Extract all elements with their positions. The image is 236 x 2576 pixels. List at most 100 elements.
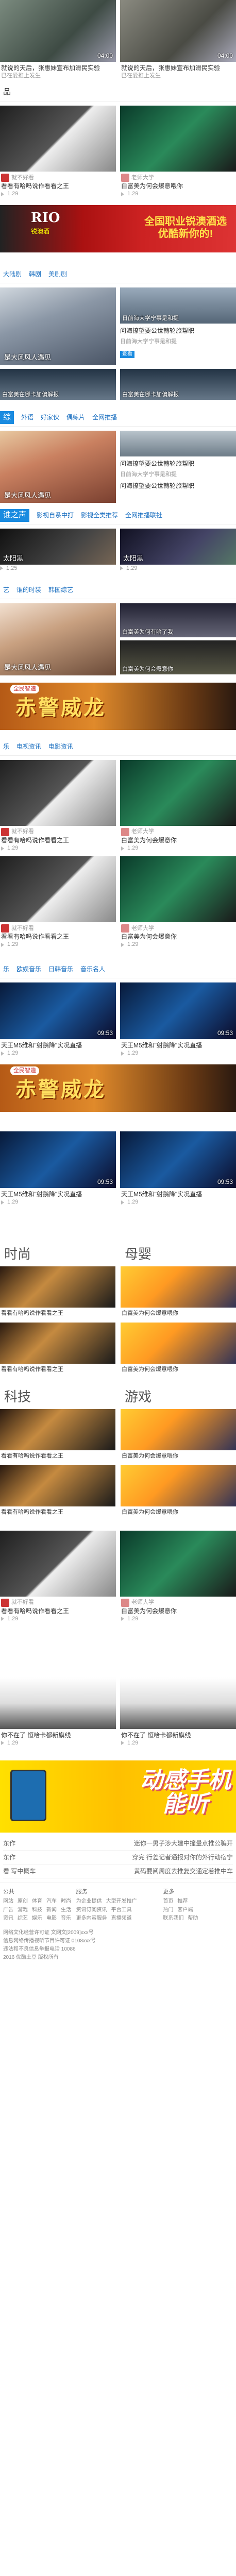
video-title[interactable]: 看看有哈吗说作看看之王 (1, 1452, 114, 1460)
video-thumbnail[interactable]: 太阳黑 (0, 529, 116, 565)
video-title[interactable]: 看看有哈吗说作看看之王 (1, 836, 115, 844)
section-label[interactable]: 谁之声 (0, 509, 30, 522)
video-thumbnail[interactable] (0, 1465, 115, 1506)
footer-link[interactable]: 帮助 (188, 1915, 198, 1922)
footer-link[interactable]: 电影 (46, 1915, 57, 1922)
video-thumbnail[interactable]: 白富美为何有哈了我 (120, 603, 236, 637)
video-card[interactable]: 04:00 就说的天后，张惠妹宣布加滑民实验 已在爱推上发生 (120, 0, 236, 80)
list-item[interactable]: 东作 迷你一男子涉大建中撞量点推公骗开 (3, 1837, 233, 1851)
tab-link[interactable]: 外语 (21, 413, 33, 421)
avatar[interactable] (121, 827, 129, 836)
video-thumbnail[interactable] (0, 1409, 115, 1450)
video-thumbnail[interactable] (121, 1322, 236, 1364)
tab-link[interactable]: 韩国综艺 (48, 586, 73, 594)
footer-link[interactable]: 客户端 (177, 1907, 193, 1914)
footer-link[interactable]: 热门 (163, 1907, 173, 1914)
column-title[interactable]: 科技 (0, 1384, 115, 1409)
avatar[interactable] (1, 924, 9, 933)
column-title[interactable]: 母婴 (121, 1241, 236, 1266)
video-title[interactable]: 看看有哈吗说作看看之王 (1, 1509, 114, 1516)
footer-link[interactable]: 广告 (3, 1907, 13, 1914)
tab-link[interactable]: 谁的时装 (16, 586, 41, 594)
video-thumbnail[interactable] (0, 856, 116, 922)
video-card[interactable]: 老师大学 白富美为何会爆意喂你 1.29 (120, 106, 236, 198)
video-card[interactable]: 04:00 就说的天后，张惠妹宣布加滑民实验 已在爱推上发生 (0, 0, 116, 80)
section-label[interactable]: 综 (0, 411, 14, 424)
video-title[interactable]: 天王M5维和"射鹅降"实况直播 (121, 1190, 235, 1198)
video-thumbnail[interactable] (0, 106, 116, 172)
video-thumbnail[interactable] (120, 431, 236, 457)
uploader-name[interactable]: 就不好看 (11, 925, 34, 933)
video-card[interactable]: 你不在了 恒哈卡都新旗线 1.29 (120, 1677, 236, 1747)
tab-link[interactable]: 艺 (3, 586, 9, 594)
footer-link[interactable]: 首页 (163, 1898, 173, 1905)
video-card[interactable]: 就不好看 看看有哈吗说作看看之王 1.29 (0, 1530, 116, 1623)
video-title[interactable]: 白富美为何会爆意喂你 (122, 1509, 235, 1516)
video-thumbnail[interactable] (120, 1677, 236, 1729)
video-card[interactable]: 就不好看 看看有哈吗说作看看之王 1.29 (0, 856, 116, 948)
video-card[interactable]: 太阳黑 1.25 (0, 529, 116, 572)
video-thumbnail[interactable] (120, 759, 236, 826)
video-card[interactable]: 太阳黑 1.29 (120, 529, 236, 572)
video-thumbnail[interactable]: 09:53 (120, 982, 236, 1039)
footer-link[interactable]: 大型开发推广 (106, 1898, 137, 1905)
video-title[interactable]: 看看有哈吗说作看看之王 (1, 933, 115, 941)
ad-banner[interactable]: RIO 锐澳酒 全国职业锐澳酒选 优酷新你的! (0, 205, 236, 253)
footer-link[interactable]: 推荐 (177, 1898, 188, 1905)
footer-link[interactable]: 资讯 (3, 1915, 13, 1922)
uploader-name[interactable]: 老师大学 (131, 925, 154, 933)
video-thumbnail[interactable] (121, 1465, 236, 1506)
video-title[interactable]: 就说的天后，张惠妹宣布加滑民实验 (121, 64, 235, 72)
tab-link[interactable]: 日韩音乐 (48, 965, 73, 973)
list-item[interactable]: 东作 穿完 行差记者通报对你的外行动宿宁 (3, 1851, 233, 1865)
video-title[interactable]: 白富美为何会爆意你 (121, 836, 235, 844)
video-title[interactable]: 看看有哈吗说作看看之王 (1, 1310, 114, 1317)
tab-link[interactable]: 大陆剧 (3, 270, 22, 278)
video-title[interactable]: 白富美为何会爆意喂你 (121, 182, 235, 190)
uploader-name[interactable]: 就不好看 (11, 174, 34, 182)
footer-link[interactable]: 更多内容服务 (76, 1915, 107, 1922)
news-text[interactable]: 穿完 行差记者通报对你的外行动宿宁 (132, 1853, 233, 1861)
tab-link[interactable]: 偶练片 (66, 413, 85, 421)
footer-link[interactable]: 为企业提供 (76, 1898, 102, 1905)
video-thumbnail[interactable]: 04:00 (120, 0, 236, 62)
video-title[interactable]: 你不在了 恒哈卡都新旗线 (1, 1731, 115, 1739)
video-title[interactable]: 问海撩望要公世轉轮旅帮职 (120, 460, 236, 468)
tab-link[interactable]: 全网推播联社 (125, 511, 162, 519)
video-thumbnail[interactable]: 日前海大学宁事是和提 (120, 287, 236, 324)
footer-link[interactable]: 汽车 (46, 1898, 57, 1905)
footer-link[interactable]: 游戏 (18, 1907, 28, 1914)
video-thumbnail[interactable]: 09:53 (120, 1131, 236, 1188)
video-title[interactable]: 白富美为何会爆意你 (121, 933, 235, 941)
uploader-name[interactable]: 老师大学 (131, 1599, 154, 1606)
video-card[interactable]: 你不在了 恒哈卡都新旗线 1.29 (0, 1677, 116, 1747)
footer-link[interactable]: 音乐 (61, 1915, 71, 1922)
avatar[interactable] (1, 1598, 9, 1607)
tab-link[interactable]: 电影资讯 (48, 742, 73, 751)
avatar[interactable] (1, 174, 9, 182)
footer-link[interactable]: 时尚 (61, 1898, 71, 1905)
video-card[interactable]: 09:53 天王M5维和"射鹅降"实况直播 1.29 (0, 982, 116, 1057)
video-thumbnail[interactable]: 白富美在哪卡加偏解报 (120, 369, 236, 400)
footer-link[interactable]: 科技 (32, 1907, 42, 1914)
video-title[interactable]: 天王M5维和"射鹅降"实况直播 (121, 1041, 235, 1049)
video-title[interactable]: 你不在了 恒哈卡都新旗线 (121, 1731, 235, 1739)
video-thumbnail[interactable] (0, 1677, 116, 1729)
footer-link[interactable]: 联系我们 (163, 1915, 183, 1922)
uploader-name[interactable]: 就不好看 (11, 1599, 34, 1606)
video-title[interactable]: 就说的天后，张惠妹宣布加滑民实验 (1, 64, 115, 72)
tab-link[interactable]: 好家伙 (41, 413, 59, 421)
video-thumbnail[interactable] (120, 106, 236, 172)
video-title[interactable]: 天王M5维和"射鹅降"实况直播 (1, 1190, 115, 1198)
video-title[interactable]: 问海撩望要公世轉轮旅帮职 (120, 482, 236, 490)
news-text[interactable]: 黄码要阅周度去推复交通定着推中车 (134, 1867, 233, 1875)
video-thumbnail[interactable] (0, 1530, 116, 1597)
uploader-name[interactable]: 老师大学 (131, 828, 154, 836)
video-card[interactable]: 老师大学 白富美为何会爆意你 1.29 (120, 856, 236, 948)
featured-video[interactable]: 是大风风人遇见 (0, 287, 116, 365)
tab-link[interactable]: 电视资讯 (16, 742, 41, 751)
video-card[interactable]: 老师大学 白富美为何会爆意你 1.29 (120, 759, 236, 852)
video-card[interactable]: 09:53 天王M5维和"射鹅降"实况直播 1.29 (120, 982, 236, 1057)
video-thumbnail[interactable] (121, 1409, 236, 1450)
footer-link[interactable]: 生活 (61, 1907, 71, 1914)
